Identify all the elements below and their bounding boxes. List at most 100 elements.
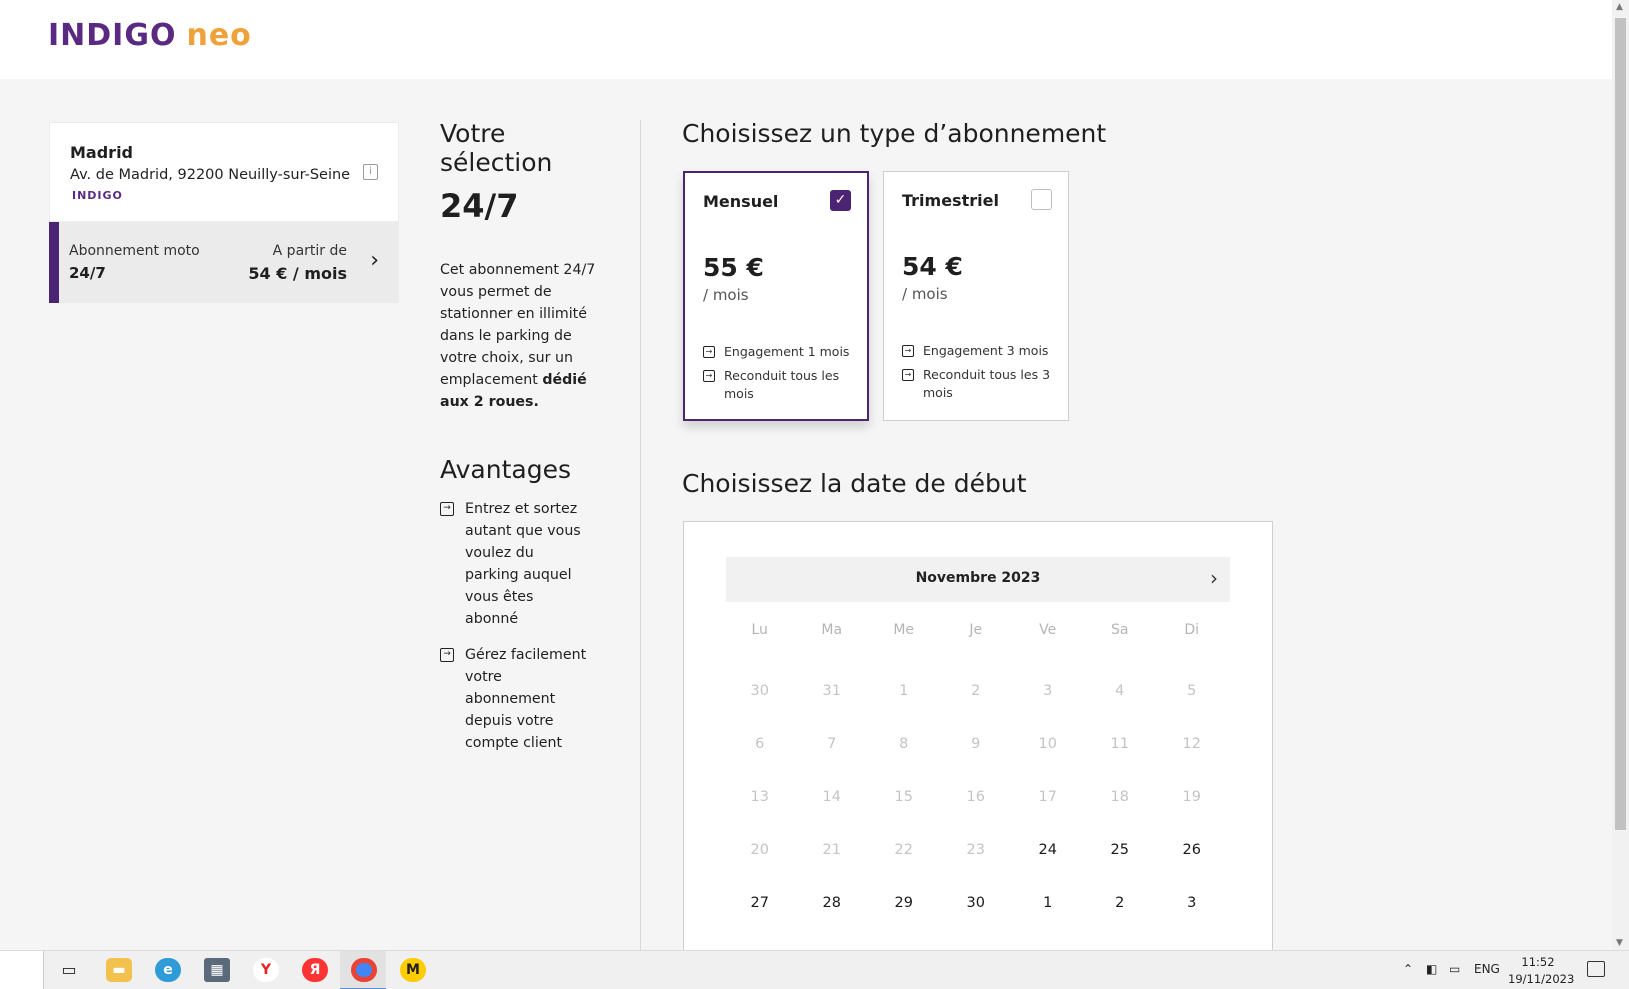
calendar-day-disabled: 5 <box>1187 683 1197 699</box>
page-scrollbar[interactable]: ▲ ▼ <box>1612 0 1629 950</box>
calendar-day-disabled: 12 <box>1182 736 1201 752</box>
calendar-week-row: 30 31 1 2 3 4 5 <box>726 681 1230 734</box>
advantages-title: Avantages <box>440 455 571 484</box>
yandex-browser-icon[interactable]: Y <box>253 958 279 982</box>
weekday-row: Lu Ma Me Je Ve Sa Di <box>726 622 1230 652</box>
arrow-right-box-icon: → <box>440 502 454 516</box>
plan-price: 55 € <box>703 253 764 282</box>
logo-sub: neo <box>186 18 252 53</box>
scroll-thumb[interactable] <box>1615 18 1626 830</box>
calendar-day-disabled: 8 <box>899 736 909 752</box>
arrow-right-box-icon: → <box>703 370 715 382</box>
calendar-day-available[interactable]: 29 <box>870 893 937 946</box>
calendar-day-disabled: 30 <box>750 683 769 699</box>
calendar-day-available[interactable]: 3 <box>1158 893 1225 946</box>
calendar-day-disabled: 22 <box>894 842 913 858</box>
plan-name: Mensuel <box>703 192 779 211</box>
parking-address: Av. de Madrid, 92200 Neuilly-sur-Seine <box>70 167 351 183</box>
notification-icon[interactable] <box>1587 961 1605 977</box>
calendar-day-disabled: 14 <box>822 789 841 805</box>
subscription-type: Abonnement moto <box>69 243 200 259</box>
indigo-neo-logo[interactable]: INDIGO neo <box>48 18 252 53</box>
calendar-week-row: 6 7 8 9 10 11 12 <box>726 734 1230 787</box>
calendar-day-disabled: 16 <box>966 789 985 805</box>
search-box[interactable] <box>0 951 44 989</box>
weekday-label: Sa <box>1110 622 1129 638</box>
calendar-day-disabled: 10 <box>1038 736 1057 752</box>
plan-feature: → Reconduit tous les 3 mois <box>902 366 1052 402</box>
advantages-list: → Entrez et sortez autant que vous voule… <box>440 498 610 754</box>
plan-feature-text: Engagement 1 mois <box>724 344 850 359</box>
file-explorer-icon[interactable]: ▬ <box>106 958 132 982</box>
subscription-card[interactable]: Abonnement moto 24/7 A partir de 54 € / … <box>49 222 399 303</box>
weekday-label: Me <box>893 622 915 638</box>
chevron-right-icon[interactable]: › <box>1210 566 1218 590</box>
calendar-day-available[interactable]: 25 <box>1086 840 1153 893</box>
calendar-day-available[interactable]: 27 <box>726 893 793 946</box>
calendar-day-available[interactable]: 1 <box>1014 893 1081 946</box>
clock[interactable]: 11:52 19/11/2023 <box>1508 954 1575 988</box>
weekday-label: Di <box>1184 622 1200 638</box>
calendar-days: 30 31 1 2 3 4 5 6 7 8 9 10 11 12 13 14 15 16 17 18 19 20 21 22 2… <box>726 681 1230 946</box>
chevron-up-icon[interactable]: ⌃ <box>1403 962 1413 976</box>
selection-title: Votre sélection <box>440 119 553 177</box>
plan-unit: / mois <box>902 285 948 303</box>
network-icon[interactable]: ▭ <box>1449 962 1460 976</box>
parking-brand-logo: INDIGO <box>72 189 123 202</box>
advantage-text: Entrez et sortez autant que vous voulez … <box>465 501 581 627</box>
windows-taskbar: ▭ ▬ e ▦ Y Я M ⌃ ◧ ▭ ENG 11:52 19/11/2023 <box>0 950 1629 989</box>
calendar-day-disabled: 17 <box>1038 789 1057 805</box>
selection-summary: Votre sélection 24/7 Cet abonnement 24/7… <box>440 119 610 768</box>
plan-type-heading: Choisissez un type d’abonnement <box>682 119 1107 148</box>
plan-card-quarterly[interactable]: Trimestriel 54 € / mois → Engagement 3 m… <box>883 171 1069 421</box>
calendar-day-available[interactable]: 26 <box>1158 840 1225 893</box>
selection-plan: 24/7 <box>440 187 519 225</box>
selection-desc-text: Cet abonnement 24/7 vous permet de stati… <box>440 262 596 388</box>
calculator-icon[interactable]: ▦ <box>204 958 230 982</box>
logo-main: INDIGO <box>48 18 177 53</box>
clock-time: 11:52 <box>1521 955 1555 969</box>
calendar-day-disabled: 3 <box>1043 683 1053 699</box>
calendar-day-disabled: 9 <box>971 736 981 752</box>
plan-feature: → Reconduit tous les mois <box>703 367 853 403</box>
plan-feature-text: Reconduit tous les mois <box>724 368 840 401</box>
calendar-day-available[interactable]: 28 <box>798 893 865 946</box>
parking-name: Madrid <box>70 143 133 162</box>
calendar-week-row: 20 21 22 23 24 25 26 <box>726 840 1230 893</box>
edge-icon[interactable]: e <box>155 958 181 982</box>
weekday-label: Ve <box>1039 622 1057 638</box>
language-indicator[interactable]: ENG <box>1474 962 1500 976</box>
chevron-right-icon[interactable]: › <box>370 248 379 273</box>
advantage-item: → Entrez et sortez autant que vous voule… <box>440 498 590 630</box>
scroll-up-arrow-icon[interactable]: ▲ <box>1616 2 1623 12</box>
info-icon[interactable]: i <box>363 164 378 180</box>
vertical-divider <box>640 120 641 950</box>
scroll-down-arrow-icon[interactable]: ▼ <box>1616 938 1623 948</box>
calendar-day-disabled: 6 <box>755 736 765 752</box>
task-view-icon[interactable]: ▭ <box>56 958 82 982</box>
calendar-day-disabled: 23 <box>966 842 985 858</box>
calendar-day-available[interactable]: 30 <box>942 893 1009 946</box>
date-picker: Novembre 2023 › Lu Ma Me Je Ve Sa Di 30 3… <box>683 521 1273 950</box>
calendar-month: Novembre 2023 <box>915 570 1041 586</box>
yandex-market-icon[interactable]: M <box>400 958 426 982</box>
chrome-icon[interactable] <box>351 958 377 982</box>
plan-feature-text: Engagement 3 mois <box>923 343 1049 358</box>
plan-card-monthly[interactable]: Mensuel ✓ 55 € / mois → Engagement 1 moi… <box>683 171 869 421</box>
plan-checkbox[interactable] <box>1031 189 1052 210</box>
clock-date: 19/11/2023 <box>1508 972 1575 986</box>
meet-now-icon[interactable]: ◧ <box>1426 962 1437 976</box>
calendar-day-disabled: 19 <box>1182 789 1201 805</box>
plan-checkbox-checked[interactable]: ✓ <box>830 190 851 211</box>
yandex-icon[interactable]: Я <box>302 958 328 982</box>
weekday-label: Je <box>969 622 983 638</box>
calendar-week-row: 13 14 15 16 17 18 19 <box>726 787 1230 840</box>
calendar-day-disabled: 11 <box>1110 736 1129 752</box>
advantage-item: → Gérez facilement votre abonnement depu… <box>440 644 590 754</box>
calendar-grid: Lu Ma Me Je Ve Sa Di 30 31 1 2 3 4 5 6 7 8 9 10 11 12… <box>726 622 1230 946</box>
calendar-day-disabled: 13 <box>750 789 769 805</box>
calendar-day-available[interactable]: 2 <box>1086 893 1153 946</box>
subscription-name: 24/7 <box>69 264 106 282</box>
calendar-day-available[interactable]: 24 <box>1014 840 1081 893</box>
site-header: INDIGO neo <box>0 0 1612 79</box>
